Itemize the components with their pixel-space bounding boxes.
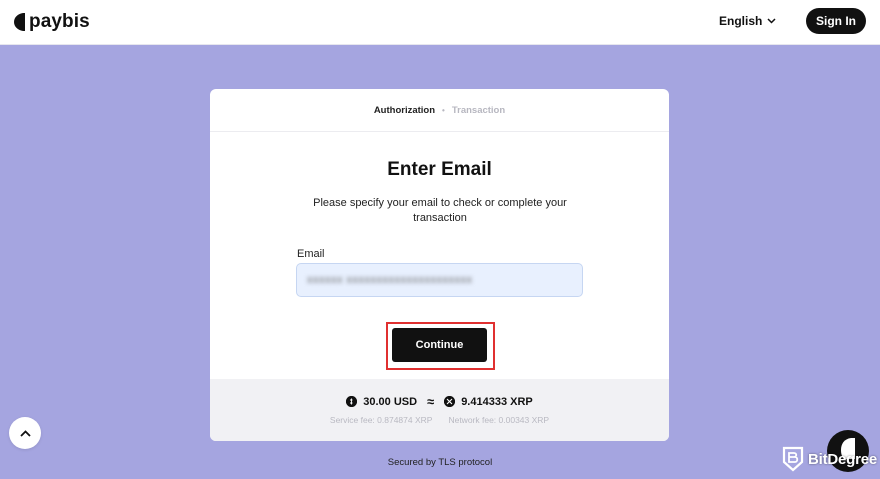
continue-button[interactable]: Continue (392, 328, 487, 362)
page-description: Please specify your email to check or co… (313, 197, 567, 224)
usd-coin-icon (346, 396, 358, 407)
bitdegree-watermark: BitDegree (782, 446, 877, 472)
chevron-down-icon (767, 18, 776, 24)
language-selector[interactable]: English (719, 14, 776, 28)
brand-name: paybis (29, 11, 90, 32)
step-separator: • (442, 105, 445, 115)
network-fee: Network fee: 0.00343 XRP (448, 415, 550, 425)
email-value: xxxxxx xxxxxxxxxxxxxxxxxxxxx (307, 274, 473, 286)
step-indicator: Authorization • Transaction (210, 89, 669, 132)
language-label: English (719, 14, 763, 28)
top-header: paybis English Sign In (0, 0, 880, 45)
paybis-logo-icon (14, 13, 25, 31)
security-note: Secured by TLS protocol (387, 457, 493, 468)
step-authorization: Authorization (373, 104, 436, 116)
order-summary: 30.00 USD ≈ 9.414333 XRP Service fee: 0.… (210, 379, 669, 441)
approx-symbol: ≈ (427, 394, 435, 409)
bitdegree-shield-icon (782, 446, 804, 472)
xrp-coin-icon (444, 396, 456, 407)
chevron-up-icon (19, 429, 31, 437)
scroll-to-top-button[interactable] (9, 417, 41, 449)
service-fee: Service fee: 0.874874 XRP (329, 415, 433, 425)
watermark-text: BitDegree (808, 450, 878, 468)
from-amount: 30.00 USD (363, 395, 418, 408)
sign-in-button[interactable]: Sign In (806, 8, 866, 34)
email-card: Authorization • Transaction Enter Email … (210, 89, 669, 441)
amount-row: 30.00 USD ≈ 9.414333 XRP (210, 394, 669, 409)
step-transaction: Transaction (451, 104, 506, 116)
to-amount: 9.414333 XRP (461, 395, 533, 408)
email-label: Email (297, 248, 325, 260)
email-field[interactable]: xxxxxx xxxxxxxxxxxxxxxxxxxxx (296, 263, 583, 297)
paybis-logo[interactable]: paybis (14, 11, 90, 33)
page-title: Enter Email (387, 159, 492, 180)
fee-row: Service fee: 0.874874 XRP Network fee: 0… (210, 415, 669, 425)
